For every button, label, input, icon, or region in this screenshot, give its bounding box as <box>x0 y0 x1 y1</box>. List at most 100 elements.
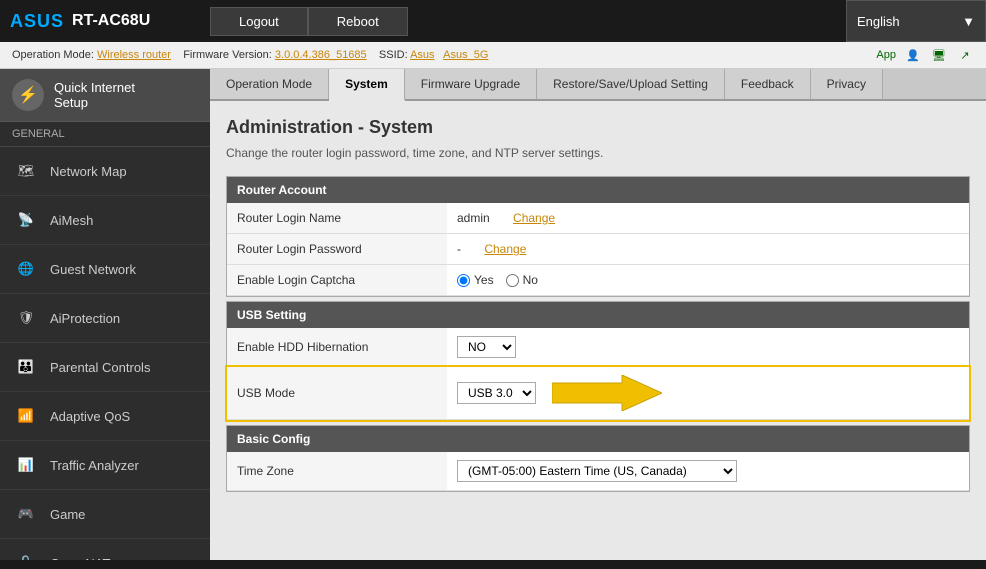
header: ASUS RT-AC68U Logout Reboot English ▼ <box>0 0 986 42</box>
logout-button[interactable]: Logout <box>210 7 308 36</box>
sidebar-item-label: Guest Network <box>50 262 136 277</box>
general-section-label: General <box>0 122 210 147</box>
sidebar-item-network-map[interactable]: 🗺 Network Map <box>0 147 210 196</box>
language-label: English <box>857 14 900 29</box>
router-account-header: Router Account <box>227 177 969 203</box>
timezone-select[interactable]: (GMT-05:00) Eastern Time (US, Canada) <box>457 460 737 482</box>
share-icon[interactable]: ↗ <box>956 46 974 64</box>
tab-bar: Operation Mode System Firmware Upgrade R… <box>210 69 986 101</box>
basic-config-table: Time Zone (GMT-05:00) Eastern Time (US, … <box>227 452 969 491</box>
info-left: Operation Mode: Wireless router Firmware… <box>12 49 488 61</box>
sidebar-item-label: Traffic Analyzer <box>50 458 139 473</box>
ssid-5g-link[interactable]: Asus_5G <box>443 49 488 61</box>
yellow-arrow-icon <box>552 375 662 411</box>
sidebar-item-aimesh[interactable]: 📡 AiMesh <box>0 196 210 245</box>
basic-config-header: Basic Config <box>227 426 969 452</box>
sidebar-item-label: AiProtection <box>50 311 120 326</box>
table-row: Enable Login Captcha Yes No <box>227 265 969 296</box>
sidebar: ⚡ Quick InternetSetup General 🗺 Network … <box>0 69 210 560</box>
sidebar-item-label: AiMesh <box>50 213 93 228</box>
ssid-label: SSID: <box>379 49 408 61</box>
tab-restore-save[interactable]: Restore/Save/Upload Setting <box>537 69 725 99</box>
usb-setting-table: Enable HDD Hibernation NO YES USB Mode <box>227 328 969 420</box>
login-name-change-link[interactable]: Change <box>513 211 555 225</box>
app-label: App <box>876 49 896 61</box>
tab-firmware-upgrade[interactable]: Firmware Upgrade <box>405 69 537 99</box>
tab-privacy[interactable]: Privacy <box>811 69 883 99</box>
app-icons: App 👤 🖥 ↗ <box>876 46 974 64</box>
logo-area: ASUS RT-AC68U <box>0 0 210 42</box>
quick-setup-label: Quick InternetSetup <box>54 80 135 110</box>
page-title: Administration - System <box>226 117 970 138</box>
table-row: Enable HDD Hibernation NO YES <box>227 328 969 367</box>
usb-setting-header: USB Setting <box>227 302 969 328</box>
reboot-button[interactable]: Reboot <box>308 7 408 36</box>
sidebar-item-label: Open NAT <box>50 556 110 561</box>
language-selector[interactable]: English ▼ <box>846 0 986 42</box>
aimesh-icon: 📡 <box>12 206 40 234</box>
quick-setup-item[interactable]: ⚡ Quick InternetSetup <box>0 69 210 122</box>
captcha-radio-group: Yes No <box>457 273 959 287</box>
page-description: Change the router login password, time z… <box>226 146 970 160</box>
table-row: Router Login Name admin Change <box>227 203 969 234</box>
tab-feedback[interactable]: Feedback <box>725 69 811 99</box>
aiprotection-icon: 🛡 <box>12 304 40 332</box>
router-account-section: Router Account Router Login Name admin C… <box>226 176 970 297</box>
sidebar-item-label: Parental Controls <box>50 360 150 375</box>
table-row: Router Login Password - Change <box>227 234 969 265</box>
sidebar-item-adaptive-qos[interactable]: 📶 Adaptive QoS <box>0 392 210 441</box>
sidebar-item-aiprotection[interactable]: 🛡 AiProtection <box>0 294 210 343</box>
content-area: Operation Mode System Firmware Upgrade R… <box>210 69 986 560</box>
sidebar-item-parental-controls[interactable]: 👪 Parental Controls <box>0 343 210 392</box>
open-nat-icon: 🔓 <box>12 549 40 560</box>
fw-label: Firmware Version: <box>183 49 272 61</box>
timezone-label: Time Zone <box>227 452 447 491</box>
fw-link[interactable]: 3.0.0.4.386_51685 <box>275 49 367 61</box>
sidebar-item-label: Adaptive QoS <box>50 409 130 424</box>
hdd-hibernate-value: NO YES <box>447 328 969 367</box>
sidebar-item-game[interactable]: 🎮 Game <box>0 490 210 539</box>
parental-controls-icon: 👪 <box>12 353 40 381</box>
adaptive-qos-icon: 📶 <box>12 402 40 430</box>
op-mode-link[interactable]: Wireless router <box>97 49 171 61</box>
captcha-yes-radio[interactable]: Yes <box>457 273 494 287</box>
router-account-table: Router Login Name admin Change Router Lo… <box>227 203 969 296</box>
sidebar-item-guest-network[interactable]: 🌐 Guest Network <box>0 245 210 294</box>
tab-operation-mode[interactable]: Operation Mode <box>210 69 329 99</box>
usb-setting-section: USB Setting Enable HDD Hibernation NO YE… <box>226 301 970 421</box>
login-password-label: Router Login Password <box>227 234 447 265</box>
quick-setup-icon: ⚡ <box>12 79 44 111</box>
login-password-value: - Change <box>447 234 969 265</box>
model-text: RT-AC68U <box>72 12 150 30</box>
hdd-hibernate-select[interactable]: NO YES <box>457 336 516 358</box>
tab-system[interactable]: System <box>329 69 405 101</box>
person-icon[interactable]: 👤 <box>904 46 922 64</box>
timezone-value: (GMT-05:00) Eastern Time (US, Canada) <box>447 452 969 491</box>
header-buttons: Logout Reboot <box>210 7 846 36</box>
usb-mode-select[interactable]: USB 3.0 USB 2.0 <box>457 382 536 404</box>
login-name-label: Router Login Name <box>227 203 447 234</box>
captcha-no-radio[interactable]: No <box>506 273 538 287</box>
hdd-hibernate-label: Enable HDD Hibernation <box>227 328 447 367</box>
main-layout: ⚡ Quick InternetSetup General 🗺 Network … <box>0 69 986 560</box>
table-row: Time Zone (GMT-05:00) Eastern Time (US, … <box>227 452 969 491</box>
basic-config-section: Basic Config Time Zone (GMT-05:00) Easte… <box>226 425 970 492</box>
chevron-down-icon: ▼ <box>962 14 975 29</box>
op-mode-label: Operation Mode: <box>12 49 94 61</box>
game-icon: 🎮 <box>12 500 40 528</box>
captcha-label: Enable Login Captcha <box>227 265 447 296</box>
sidebar-item-open-nat[interactable]: 🔓 Open NAT <box>0 539 210 560</box>
screen-icon[interactable]: 🖥 <box>930 46 948 64</box>
login-password-change-link[interactable]: Change <box>484 242 526 256</box>
usb-mode-value: USB 3.0 USB 2.0 <box>447 367 969 419</box>
usb-mode-row: USB Mode USB 3.0 USB 2.0 <box>227 367 969 420</box>
logo-text: ASUS <box>10 11 64 32</box>
traffic-analyzer-icon: 📊 <box>12 451 40 479</box>
sidebar-item-label: Game <box>50 507 85 522</box>
network-map-icon: 🗺 <box>12 157 40 185</box>
sidebar-item-traffic-analyzer[interactable]: 📊 Traffic Analyzer <box>0 441 210 490</box>
info-bar: Operation Mode: Wireless router Firmware… <box>0 42 986 69</box>
ssid-link[interactable]: Asus <box>410 49 434 61</box>
guest-network-icon: 🌐 <box>12 255 40 283</box>
usb-mode-label: USB Mode <box>227 367 447 420</box>
